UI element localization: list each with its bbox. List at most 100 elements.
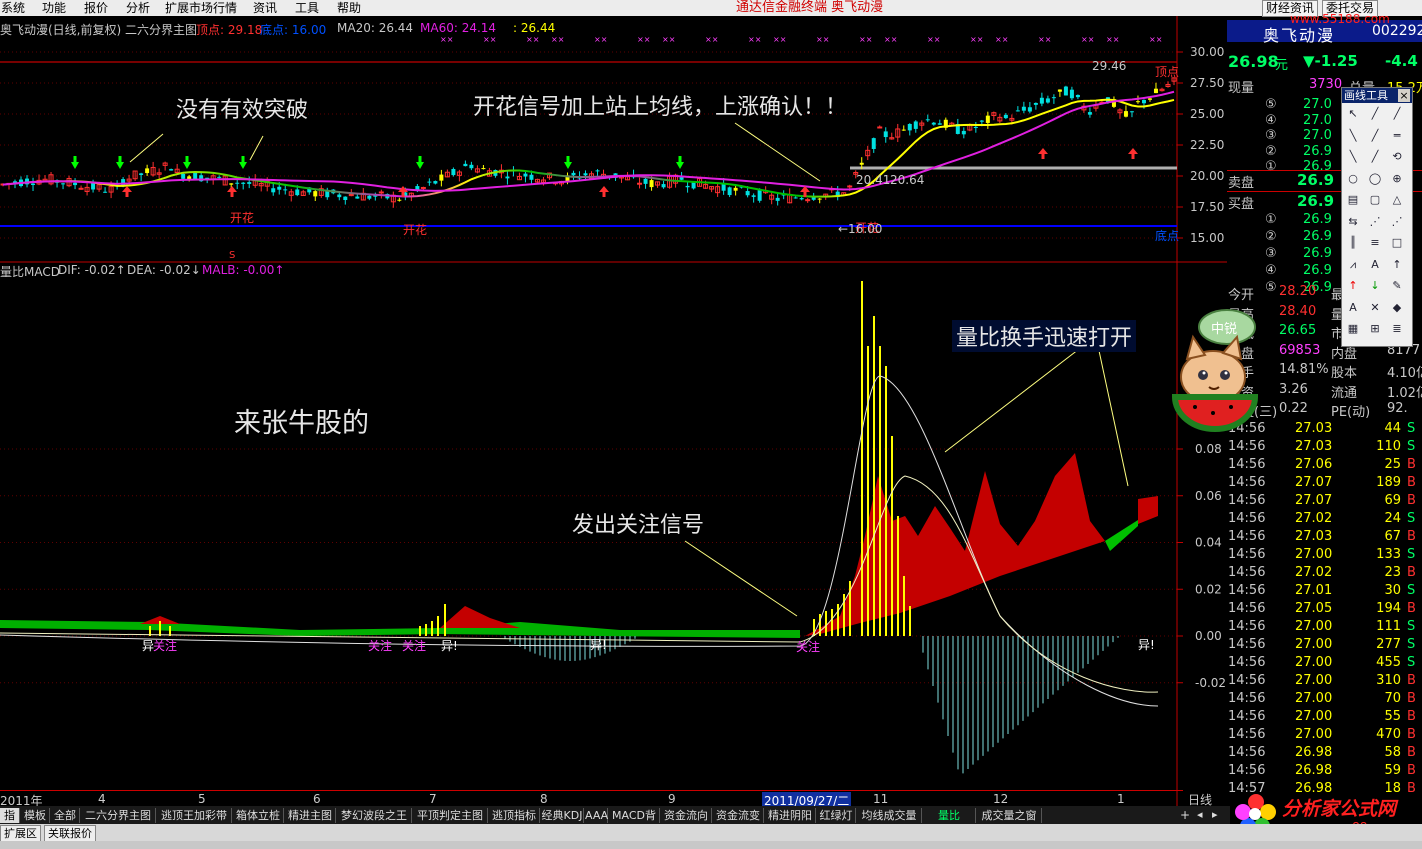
candle-body	[757, 190, 762, 201]
mascot-cat-icon: 中锐	[1171, 309, 1259, 432]
indicator-tab[interactable]: 逃顶指标	[489, 808, 540, 823]
indicator-tab[interactable]: 经典KDJ	[541, 808, 584, 823]
tool-eraser-icon[interactable]: ✎	[1388, 277, 1406, 295]
tool-delete-icon[interactable]: ◆	[1388, 299, 1406, 317]
indicator-tab[interactable]: MACD背离	[609, 808, 660, 837]
tool-note-icon[interactable]: A	[1344, 299, 1362, 317]
close-icon[interactable]: ×	[1398, 89, 1410, 102]
drawing-tool-panel[interactable]: 画线工具 × ↖ ╱ ╱ ╲ ╱ ═ ╲ ╱ ⟲ ○ ◯ ⊕ ▤ ▢ △ ⇆ ⋰ ⋰ ║ ≡ □ ⩘ A ↑ ↑ ↓ ✎ A ✕ ◆ ▦ ⊞ ≣	[1341, 87, 1413, 347]
ask-price: 26.9	[1303, 159, 1332, 174]
price-axis-label: 20.00	[1190, 169, 1224, 183]
tool-tag-icon[interactable]: ↑	[1388, 256, 1406, 274]
tool-ellipse-icon[interactable]: ◯	[1366, 170, 1384, 188]
indicator-tab[interactable]: 资金流变	[713, 808, 764, 823]
indicator-tab[interactable]: 二六分界主图	[81, 808, 156, 823]
tool-magnet-icon[interactable]: ▦	[1344, 320, 1362, 338]
indicator-tab[interactable]: 均线成交量	[857, 808, 922, 823]
tool-cycle-icon[interactable]: ▤	[1344, 191, 1362, 209]
tab-scroll-left[interactable]: ◂	[1197, 808, 1203, 821]
tool-vline-icon[interactable]: ║	[1344, 234, 1362, 252]
candle-body	[469, 164, 474, 169]
tool-box-icon[interactable]: □	[1388, 234, 1406, 252]
tool-grid-icon[interactable]: ≣	[1388, 320, 1406, 338]
tool-triangle-icon[interactable]: △	[1388, 191, 1406, 209]
indicator-tab[interactable]: 全部	[51, 808, 80, 823]
tool-select-icon[interactable]: ⊞	[1366, 320, 1384, 338]
indicator-tab[interactable]: 红绿灯	[817, 808, 856, 823]
indicator-tab[interactable]: 精进主图	[285, 808, 336, 823]
tick-row: 14:56 27.00 277 S	[1227, 637, 1422, 655]
tab-scroll-right[interactable]: ▸	[1212, 808, 1218, 821]
related-quote-tab[interactable]: 关联报价	[44, 825, 96, 842]
sell-signal-icon	[227, 186, 237, 192]
abnormal-mark-3: 异!	[590, 638, 607, 652]
tool-label-icon[interactable]: ✕	[1366, 299, 1384, 317]
indicator-tab[interactable]: 模板	[21, 808, 50, 823]
indicator-tab[interactable]: 量比MACD	[923, 808, 976, 837]
candle-body	[181, 173, 186, 179]
indicator-tab[interactable]: 箱体立桩	[233, 808, 284, 823]
indicator-tab[interactable]: 逃顶王加彩带	[157, 808, 232, 823]
drawing-tool-title[interactable]: 画线工具 ×	[1342, 88, 1412, 103]
tool-speed-icon[interactable]: ⋰	[1366, 213, 1384, 231]
menu-quote[interactable]: 报价	[84, 0, 108, 16]
indicator-tab[interactable]: AAA	[585, 808, 608, 823]
svg-text:××: ××	[970, 35, 983, 44]
tool-channel-icon[interactable]: ╲	[1344, 148, 1362, 166]
bottom-point-label: 底点: 16.00	[260, 23, 327, 37]
candle-body	[931, 122, 936, 125]
menu-tools[interactable]: 工具	[295, 0, 319, 16]
menu-system[interactable]: 系统	[1, 0, 25, 16]
tool-square-icon[interactable]: ▢	[1366, 191, 1384, 209]
indicator-tab[interactable]: 平顶判定主图	[413, 808, 488, 823]
bid-price: 26.9	[1303, 246, 1332, 261]
abnormal-mark-2: 异!	[441, 639, 458, 653]
tool-down-arrow-icon[interactable]: ↓	[1366, 277, 1384, 295]
candle-body	[643, 178, 648, 184]
stat-value: 26.65	[1279, 323, 1317, 338]
tick-time: 14:56	[1228, 709, 1266, 724]
tool-arc-icon[interactable]: ⟲	[1388, 148, 1406, 166]
tick-row: 14:56 27.00 55 B	[1227, 709, 1422, 727]
stat-value: 0.22	[1279, 401, 1308, 416]
tool-circle-icon[interactable]: ○	[1344, 170, 1362, 188]
attention-mark-3: 关注	[402, 639, 427, 653]
tool-gann-icon[interactable]: ⊕	[1388, 170, 1406, 188]
indicator-tab[interactable]: 资金流向	[661, 808, 712, 823]
tool-arrow-line-icon[interactable]: ╱	[1366, 127, 1384, 145]
indicator-tab[interactable]: 成交量之窗	[977, 808, 1042, 823]
menu-help[interactable]: 帮助	[337, 0, 361, 16]
tool-zigzag-icon[interactable]: ⩘	[1344, 256, 1362, 274]
tab-scroll-plus[interactable]: +	[1180, 808, 1190, 822]
bloom-mark-1: 开花	[230, 211, 255, 225]
tool-fan-icon[interactable]: ⋰	[1388, 213, 1406, 231]
tick-side: B	[1407, 763, 1416, 778]
menu-analysis[interactable]: 分析	[126, 0, 150, 16]
tool-segment-icon[interactable]: ╲	[1344, 127, 1362, 145]
candle-body	[247, 182, 252, 184]
tool-text-icon[interactable]: A	[1366, 256, 1384, 274]
chart-area[interactable]: ×× ×× ×× ×× ×× ×× ×× ×× ×× ×× ×× ×× ×× ×× ×× ×× ×× ×× ×× ××…	[0, 16, 1227, 806]
tool-up-arrow-icon[interactable]: ↑	[1344, 277, 1362, 295]
indicator-tab[interactable]: 精进阴阳	[765, 808, 816, 823]
price-axis-label: 17.50	[1190, 200, 1224, 214]
tool-pointer-icon[interactable]: ↖	[1344, 105, 1362, 123]
menu-function[interactable]: 功能	[42, 0, 66, 16]
menu-info[interactable]: 资讯	[253, 0, 277, 16]
tick-volume: 69	[1384, 493, 1401, 508]
extension-area-tab[interactable]: 扩展区	[0, 825, 41, 842]
indicator-tab[interactable]: 指标	[0, 808, 20, 837]
tool-line-icon[interactable]: ╱	[1366, 105, 1384, 123]
indicator-tab[interactable]: 梦幻波段之王	[337, 808, 412, 823]
date-axis-label: 5	[198, 792, 206, 806]
tool-fib-icon[interactable]: ╱	[1366, 148, 1384, 166]
candle-body	[1153, 88, 1158, 94]
tick-side: B	[1407, 727, 1416, 742]
tool-hline-icon[interactable]: ≡	[1366, 234, 1384, 252]
small-red-hump	[440, 606, 520, 628]
tool-parallel-icon[interactable]: ═	[1388, 127, 1406, 145]
tool-ray-icon[interactable]: ╱	[1388, 105, 1406, 123]
tool-ruler-icon[interactable]: ⇆	[1344, 213, 1362, 231]
tick-side: S	[1407, 655, 1416, 670]
menu-extended-market[interactable]: 扩展市场行情	[165, 0, 237, 16]
